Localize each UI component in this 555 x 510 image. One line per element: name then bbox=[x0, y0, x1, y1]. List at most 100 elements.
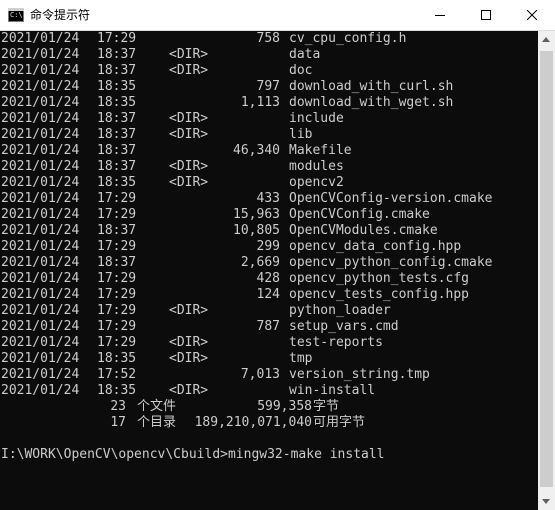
entry-name: download_with_curl.sh bbox=[289, 79, 454, 94]
entry-name: tmp bbox=[289, 351, 313, 366]
command-line[interactable]: I:\WORK\OpenCV\opencv\Cbuild>mingw32-mak… bbox=[0, 447, 538, 463]
close-button[interactable] bbox=[509, 0, 555, 30]
entry-size: 2,669 bbox=[240, 255, 280, 270]
entry-time: 18:37 bbox=[97, 111, 137, 126]
entry-size: 299 bbox=[256, 239, 280, 254]
entry-date: 2021/01/24 bbox=[1, 383, 80, 398]
entry-date: 2021/01/24 bbox=[1, 351, 80, 366]
entry-time: 18:37 bbox=[97, 159, 137, 174]
scroll-down-arrow-icon[interactable] bbox=[538, 493, 555, 510]
entry-time: 18:35 bbox=[97, 79, 137, 94]
entry-dir-tag: <DIR> bbox=[169, 303, 209, 318]
listing-row: 2021/01/24 17:29 15,963 OpenCVConfig.cmake bbox=[0, 207, 538, 223]
entry-date: 2021/01/24 bbox=[1, 143, 80, 158]
entry-name: version_string.tmp bbox=[289, 367, 430, 382]
entry-name: opencv_python_tests.cfg bbox=[289, 271, 470, 286]
entry-date: 2021/01/24 bbox=[1, 271, 80, 286]
entry-size: 46,340 bbox=[233, 143, 280, 158]
free-bytes-unit: 可用字节 bbox=[313, 415, 366, 430]
file-count-label: 个文件 bbox=[137, 399, 177, 414]
vertical-scrollbar[interactable] bbox=[538, 31, 555, 510]
entry-dir-tag: <DIR> bbox=[169, 111, 209, 126]
window-title: 命令提示符 bbox=[30, 8, 91, 22]
title-bar[interactable]: C:\ 命令提示符 bbox=[0, 0, 555, 31]
entry-name: include bbox=[289, 111, 344, 126]
scroll-up-arrow-icon[interactable] bbox=[538, 31, 555, 48]
entry-date: 2021/01/24 bbox=[1, 127, 80, 142]
listing-row: 2021/01/24 18:37 <DIR> include bbox=[0, 111, 538, 127]
entry-time: 17:29 bbox=[97, 207, 137, 222]
entry-time: 17:29 bbox=[97, 271, 137, 286]
entry-size: 797 bbox=[256, 79, 280, 94]
entry-time: 18:37 bbox=[97, 223, 137, 238]
entry-date: 2021/01/24 bbox=[1, 335, 80, 350]
entry-name: opencv2 bbox=[289, 175, 344, 190]
listing-row: 2021/01/24 17:29 433 OpenCVConfig-version.c… bbox=[0, 191, 538, 207]
entry-name: opencv_tests_config.hpp bbox=[289, 287, 470, 302]
listing-row: 2021/01/24 17:29 124 opencv_tests_config.hp… bbox=[0, 287, 538, 303]
entry-date: 2021/01/24 bbox=[1, 239, 80, 254]
entry-name: OpenCVModules.cmake bbox=[289, 223, 438, 238]
listing-row: 2021/01/24 18:37 <DIR> modules bbox=[0, 159, 538, 175]
entry-name: download_with_wget.sh bbox=[289, 95, 454, 110]
entry-time: 17:29 bbox=[97, 303, 137, 318]
entry-size: 124 bbox=[256, 287, 280, 302]
listing-row: 2021/01/24 18:35 <DIR> tmp bbox=[0, 351, 538, 367]
entry-name: test-reports bbox=[289, 335, 383, 350]
file-total-size: 599,358 bbox=[257, 399, 312, 414]
entry-date: 2021/01/24 bbox=[1, 31, 80, 46]
maximize-button[interactable] bbox=[463, 0, 509, 30]
entry-name: modules bbox=[289, 159, 344, 174]
file-count: 23 bbox=[110, 399, 126, 414]
entry-date: 2021/01/24 bbox=[1, 111, 80, 126]
entry-date: 2021/01/24 bbox=[1, 223, 80, 238]
entry-dir-tag: <DIR> bbox=[169, 175, 209, 190]
summary-dirs-row: 17 个目录 189,210,071,040 可用字节 bbox=[0, 415, 538, 431]
dir-count: 17 bbox=[110, 415, 126, 430]
entry-time: 18:37 bbox=[97, 47, 137, 62]
entry-time: 17:29 bbox=[97, 191, 137, 206]
entry-dir-tag: <DIR> bbox=[169, 159, 209, 174]
console-app-icon[interactable]: C:\ bbox=[8, 8, 24, 22]
entry-date: 2021/01/24 bbox=[1, 47, 80, 62]
entry-name: data bbox=[289, 47, 321, 62]
cmd-window: C:\ 命令提示符 2021/01/24 17:29 758 cv_cpu_confi… bbox=[0, 0, 555, 510]
entry-size: 1,113 bbox=[240, 95, 280, 110]
entry-time: 17:29 bbox=[97, 319, 137, 334]
entry-time: 18:35 bbox=[97, 95, 137, 110]
entry-size: 428 bbox=[256, 271, 280, 286]
entry-name: python_loader bbox=[289, 303, 391, 318]
dir-count-label: 个目录 bbox=[137, 415, 177, 430]
entry-date: 2021/01/24 bbox=[1, 79, 80, 94]
entry-dir-tag: <DIR> bbox=[169, 47, 209, 62]
entry-size: 758 bbox=[256, 31, 280, 46]
scrollbar-thumb[interactable] bbox=[540, 51, 553, 487]
entry-name: opencv_python_config.cmake bbox=[289, 255, 493, 270]
entry-date: 2021/01/24 bbox=[1, 255, 80, 270]
listing-row: 2021/01/24 17:29 <DIR> test-reports bbox=[0, 335, 538, 351]
listing-row: 2021/01/24 18:37 2,669 opencv_python_config… bbox=[0, 255, 538, 271]
command-prompt: I:\WORK\OpenCV\opencv\Cbuild>mingw32-mak… bbox=[1, 447, 385, 462]
entry-date: 2021/01/24 bbox=[1, 63, 80, 78]
entry-name: lib bbox=[289, 127, 313, 142]
entry-time: 18:37 bbox=[97, 63, 137, 78]
entry-size: 7,013 bbox=[240, 367, 280, 382]
console-output[interactable]: 2021/01/24 17:29 758 cv_cpu_config.h 2021/01… bbox=[0, 31, 538, 510]
entry-size: 15,963 bbox=[233, 207, 280, 222]
listing-row: 2021/01/24 17:29 787 setup_vars.cmd bbox=[0, 319, 538, 335]
entry-name: Makefile bbox=[289, 143, 352, 158]
listing-row: 2021/01/24 17:29 <DIR> python_loader bbox=[0, 303, 538, 319]
directory-listing: 2021/01/24 17:29 758 cv_cpu_config.h 2021/01… bbox=[0, 31, 538, 399]
entry-time: 17:29 bbox=[97, 31, 137, 46]
listing-row: 2021/01/24 18:35 <DIR> opencv2 bbox=[0, 175, 538, 191]
entry-date: 2021/01/24 bbox=[1, 175, 80, 190]
file-size-unit: 字节 bbox=[313, 399, 340, 414]
entry-dir-tag: <DIR> bbox=[169, 335, 209, 350]
close-icon bbox=[527, 10, 537, 20]
minimize-button[interactable] bbox=[417, 0, 463, 30]
entry-date: 2021/01/24 bbox=[1, 287, 80, 302]
entry-dir-tag: <DIR> bbox=[169, 351, 209, 366]
listing-row: 2021/01/24 18:37 10,805 OpenCVModules.cmake bbox=[0, 223, 538, 239]
entry-name: cv_cpu_config.h bbox=[289, 31, 407, 46]
